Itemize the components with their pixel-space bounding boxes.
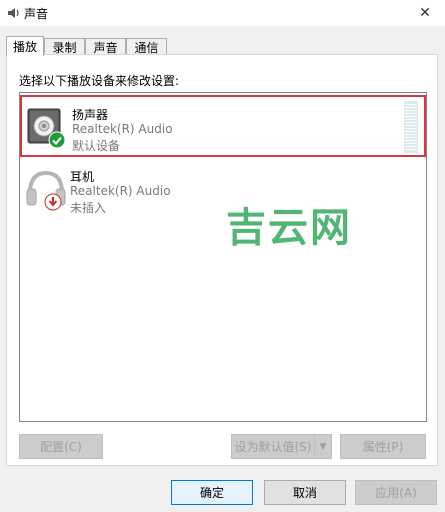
device-name: 耳机 [70,170,95,184]
device-driver: Realtek(R) Audio [72,122,173,136]
green-check-icon [48,131,66,149]
volume-level-meter [404,101,418,153]
tab-recording[interactable]: 录制 [44,38,85,55]
device-status: 未插入 [70,201,107,215]
tab-communications[interactable]: 通信 [126,38,167,55]
cancel-button[interactable]: 取消 [264,480,346,505]
window-title: 声音 [24,7,49,21]
configure-button[interactable]: 配置(C) [19,434,103,459]
chevron-down-icon[interactable]: ▼ [314,435,331,458]
tab-sounds[interactable]: 声音 [85,38,126,55]
device-name: 扬声器 [72,108,109,122]
watermark-logo: 吉云网 [226,205,352,251]
red-down-arrow-icon [44,193,62,211]
set-default-button[interactable]: 设为默认值(S) ▼ [231,434,332,459]
apply-button[interactable]: 应用(A) [355,480,437,505]
device-driver: Realtek(R) Audio [70,184,171,198]
playback-panel: 选择以下播放设备来修改设置: 扬声器 Realtek(R) Audio 默认设备 [6,54,438,466]
set-default-label: 设为默认值(S) [234,440,312,454]
properties-button[interactable]: 属性(P) [340,434,426,459]
title-bar: 声音 ✕ [0,0,445,26]
sound-dialog: 声音 ✕ 播放 录制 声音 通信 选择以下播放设备来修改设置: 扬声器 Real… [0,0,445,512]
device-status: 默认设备 [72,139,121,153]
device-item-headphones[interactable]: 耳机 Realtek(R) Audio 未插入 [20,159,426,221]
close-icon: ✕ [419,5,431,21]
device-item-speaker[interactable]: 扬声器 Realtek(R) Audio 默认设备 [20,95,426,157]
ok-button[interactable]: 确定 [171,480,253,505]
close-button[interactable]: ✕ [405,0,445,26]
instruction-text: 选择以下播放设备来修改设置: [19,74,180,88]
tab-playback[interactable]: 播放 [6,36,44,56]
device-list[interactable]: 扬声器 Realtek(R) Audio 默认设备 耳机 Realtek(R) … [19,92,427,422]
speaker-title-icon [8,8,19,18]
